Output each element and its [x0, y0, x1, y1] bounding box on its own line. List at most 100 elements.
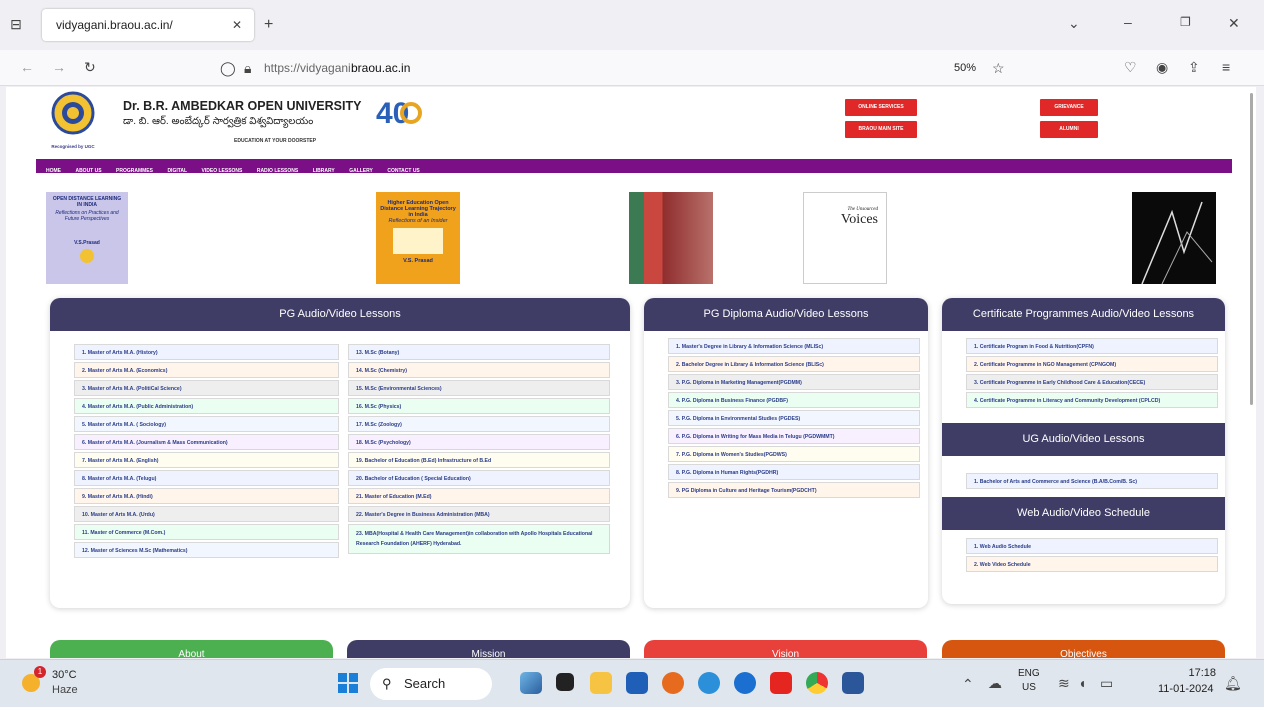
menu-icon[interactable]: ≡ [1222, 59, 1230, 75]
firefox-icon[interactable] [662, 672, 684, 694]
lesson-link[interactable]: 3. P.G. Diploma in Marketing Management(… [668, 374, 920, 390]
tab-active[interactable]: vidyagani.braou.ac.in/ ✕ [42, 9, 254, 41]
lesson-link[interactable]: 2. Web Video Schedule [966, 556, 1218, 572]
notification-bell-icon[interactable]: 🔔︎ [1224, 675, 1242, 692]
lang-primary[interactable]: ENG [1018, 668, 1040, 679]
lesson-link[interactable]: 6. Master of Arts M.A. (Journalism & Mas… [74, 434, 339, 450]
alumni-button[interactable]: ALUMNI [1040, 121, 1098, 138]
page-scrollbar[interactable] [1250, 93, 1253, 405]
book-cover-5[interactable] [1132, 192, 1216, 285]
nav-video-lessons[interactable]: VIDEO LESSONS [202, 168, 243, 174]
edge-icon[interactable] [698, 672, 720, 694]
taskbar-search-input[interactable]: ⚲ Search [370, 668, 492, 700]
nav-library[interactable]: LIBRARY [313, 168, 335, 174]
close-window-icon[interactable]: ✕ [1228, 15, 1240, 32]
nav-contact[interactable]: CONTACT US [387, 168, 419, 174]
nav-about[interactable]: ABOUT US [75, 168, 101, 174]
lesson-link[interactable]: 1. Bachelor of Arts and Commerce and Sci… [966, 473, 1218, 489]
pocket-icon[interactable]: ♡ [1124, 59, 1137, 76]
youtube-icon[interactable] [770, 672, 792, 694]
minimize-icon[interactable]: – [1124, 14, 1132, 30]
lesson-link[interactable]: 1. Master's Degree in Library & Informat… [668, 338, 920, 354]
back-icon[interactable]: ← [20, 59, 34, 75]
lesson-link[interactable]: 5. Master of Arts M.A. ( Sociology) [74, 416, 339, 432]
lesson-link[interactable]: 17. M.Sc (Zoology) [348, 416, 610, 432]
onedrive-icon[interactable]: ☁ [988, 675, 1002, 692]
objectives-section[interactable]: Objectives [942, 640, 1225, 658]
tray-chevron-icon[interactable]: ⌃ [962, 676, 974, 693]
battery-icon[interactable]: ▭ [1100, 675, 1113, 692]
book-cover-3[interactable] [629, 192, 713, 284]
reload-icon[interactable]: ↻ [84, 59, 96, 76]
clock-time[interactable]: 17:18 [1184, 667, 1216, 679]
windows-start-icon[interactable] [338, 673, 358, 693]
lesson-link[interactable]: 18. M.Sc (Psychology) [348, 434, 610, 450]
lesson-link[interactable]: 14. M.Sc (Chemistry) [348, 362, 610, 378]
grievance-button[interactable]: GRIEVANCE [1040, 99, 1098, 116]
lesson-link[interactable]: 10. Master of Arts M.A. (Urdu) [74, 506, 339, 522]
store-icon[interactable] [626, 672, 648, 694]
url-bar[interactable]: ◯ 🔒︎ https://vidyagani. braou.ac.in 50% … [206, 55, 1026, 81]
lesson-link[interactable]: 1. Certificate Program in Food & Nutriti… [966, 338, 1218, 354]
volume-icon[interactable]: ◖ [1078, 675, 1086, 691]
nav-radio-lessons[interactable]: RADIO LESSONS [257, 168, 298, 174]
clock-date[interactable]: 11-01-2024 [1158, 683, 1213, 695]
lesson-link[interactable]: 9. Master of Arts M.A. (Hindi) [74, 488, 339, 504]
lesson-link[interactable]: 3. Certificate Programme in Early Childh… [966, 374, 1218, 390]
lesson-link[interactable]: 4. Master of Arts M.A. (Public Administr… [74, 398, 339, 414]
book-cover-4[interactable]: The Unsourced Voices [803, 192, 887, 284]
chrome-icon[interactable] [806, 672, 828, 694]
lesson-link[interactable]: 13. M.Sc (Botany) [348, 344, 610, 360]
lang-secondary[interactable]: US [1022, 682, 1036, 693]
lesson-link[interactable]: 11. Master of Commerce (M.Com.) [74, 524, 339, 540]
bookmark-star-icon[interactable]: ☆ [992, 55, 1005, 81]
lesson-link[interactable]: 8. Master of Arts M.A. (Telugu) [74, 470, 339, 486]
nav-digital[interactable]: DIGITAL [167, 168, 187, 174]
lesson-link[interactable]: 22. Master's Degree in Business Administ… [348, 506, 610, 522]
restore-icon[interactable]: ❐ [1180, 15, 1191, 29]
braou-main-site-button[interactable]: BRAOU MAIN SITE [845, 121, 917, 138]
lesson-link[interactable]: 2. Master of Arts M.A. (Economics) [74, 362, 339, 378]
lesson-link[interactable]: 20. Bachelor of Education ( Special Educ… [348, 470, 610, 486]
wifi-icon[interactable]: ≋ [1058, 675, 1070, 692]
chevron-down-icon[interactable]: ⌄ [1068, 15, 1080, 32]
lesson-link[interactable]: 21. Master of Education (M.Ed) [348, 488, 610, 504]
close-tab-icon[interactable]: ✕ [232, 9, 242, 41]
vision-section[interactable]: Vision [644, 640, 927, 658]
word-icon[interactable] [842, 672, 864, 694]
lesson-link[interactable]: 7. Master of Arts M.A. (English) [74, 452, 339, 468]
lesson-link[interactable]: 1. Master of Arts M.A. (History) [74, 344, 339, 360]
lesson-link[interactable]: 3. Master of Arts M.A. (PolitiCal Scienc… [74, 380, 339, 396]
app-icon-blue[interactable] [734, 672, 756, 694]
mission-section[interactable]: Mission [347, 640, 630, 658]
lesson-link[interactable]: 9. PG Diploma in Culture and Heritage To… [668, 482, 920, 498]
account-icon[interactable]: ◉ [1156, 59, 1168, 76]
new-tab-icon[interactable]: + [264, 16, 273, 34]
share-icon[interactable]: ⇪ [1188, 59, 1200, 76]
nav-home[interactable]: HOME [46, 168, 61, 174]
lesson-link[interactable]: 5. P.G. Diploma in Environmental Studies… [668, 410, 920, 426]
lesson-link[interactable]: 16. M.Sc (Physics) [348, 398, 610, 414]
online-services-button[interactable]: ONLINE SERVICES [845, 99, 917, 116]
about-section[interactable]: About [50, 640, 333, 658]
lesson-link[interactable]: 19. Bachelor of Education (B.Ed) Infrast… [348, 452, 610, 468]
book-cover-1[interactable]: OPEN DISTANCE LEARNING IN INDIA Reflectio… [46, 192, 128, 284]
task-view-icon[interactable] [556, 673, 574, 691]
lesson-link[interactable]: 4. Certificate Programme in Literacy and… [966, 392, 1218, 408]
lesson-link[interactable]: 4. P.G. Diploma in Business Finance (PGD… [668, 392, 920, 408]
lesson-link[interactable]: 6. P.G. Diploma in Writing for Mass Medi… [668, 428, 920, 444]
zoom-level[interactable]: 50% [954, 55, 976, 81]
lesson-link[interactable]: 12. Master of Sciences M.Sc (Mathematics… [74, 542, 339, 558]
lesson-link[interactable]: 8. P.G. Diploma in Human Rights(PGDHR) [668, 464, 920, 480]
nav-gallery[interactable]: GALLERY [349, 168, 373, 174]
forward-icon[interactable]: → [52, 59, 66, 75]
lesson-link[interactable]: 1. Web Audio Schedule [966, 538, 1218, 554]
nav-programmes[interactable]: PROGRAMMES [116, 168, 153, 174]
lesson-link[interactable]: 23. MBA(Hospital & Health Care Managemen… [348, 524, 610, 554]
lesson-link[interactable]: 2. Bachelor Degree in Library & Informat… [668, 356, 920, 372]
book-cover-2[interactable]: Higher Education Open Distance Learning … [376, 192, 460, 284]
widget-app-icon[interactable] [520, 672, 542, 694]
lesson-link[interactable]: 7. P.G. Diploma in Women's Studies(PGDWS… [668, 446, 920, 462]
tab-list-icon[interactable]: ⊟ [8, 16, 24, 33]
file-explorer-icon[interactable] [590, 672, 612, 694]
